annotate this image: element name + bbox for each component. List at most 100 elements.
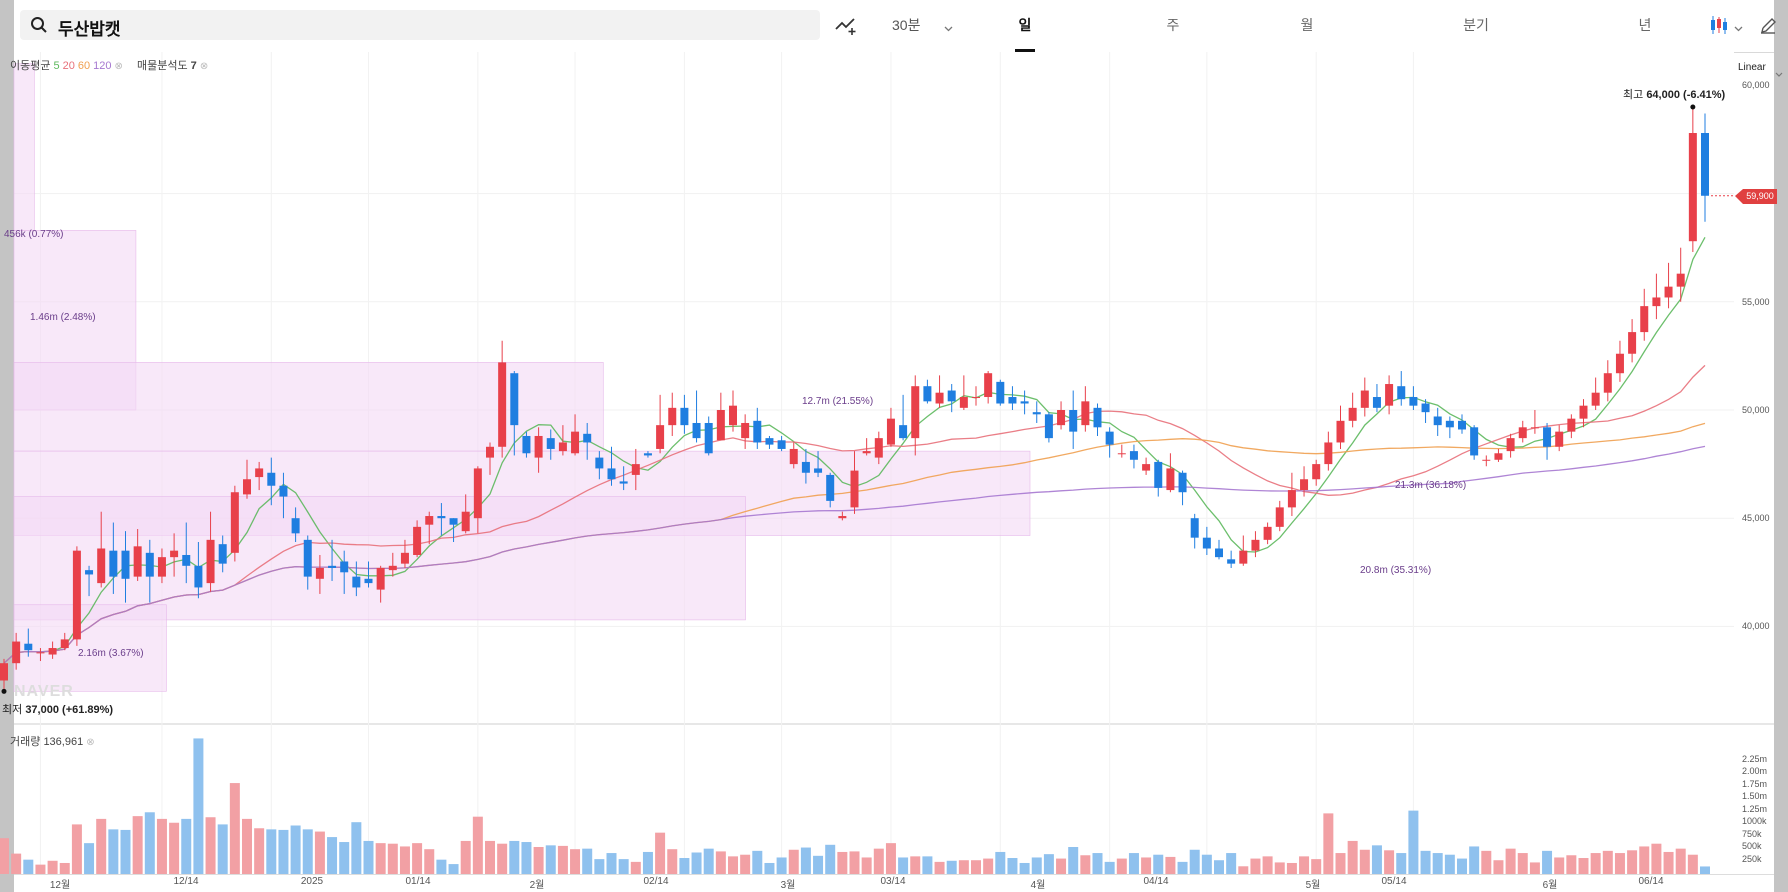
volume-bar [1286, 862, 1297, 874]
volume-bar [497, 843, 508, 874]
candle-body [267, 472, 276, 486]
volume-legend[interactable]: 거래량 136,961 ⊗ [10, 733, 95, 749]
candle-body [388, 565, 397, 571]
candle-body [36, 652, 45, 654]
chevron-down-icon[interactable] [1775, 64, 1783, 82]
volume-bar [96, 818, 107, 874]
candle-body [1433, 416, 1442, 426]
candle-body [0, 663, 8, 681]
volume-bar [1128, 853, 1139, 874]
close-icon[interactable]: ⊗ [114, 61, 122, 72]
close-icon[interactable]: ⊗ [200, 61, 208, 72]
volume-bar [1238, 866, 1249, 874]
candle-body [486, 446, 494, 458]
candle-body [1676, 273, 1685, 287]
volume-bar [302, 829, 313, 874]
candle-body [303, 539, 312, 577]
candle-body [1202, 537, 1211, 549]
candle-body [1555, 431, 1564, 447]
volume-bar [983, 858, 994, 874]
candle-body [741, 422, 750, 439]
volume-bar [229, 783, 240, 874]
candle-body [1069, 410, 1078, 432]
low-price-label: 최저 37,000 (+61.89%) [2, 701, 113, 717]
volume-bar [108, 829, 119, 874]
volume-bar [533, 846, 544, 874]
candle-body [1409, 397, 1418, 406]
candle-body [279, 485, 288, 497]
candle-body [1239, 550, 1248, 564]
volume-bar [424, 849, 435, 874]
volume-bar [849, 851, 860, 874]
candle-body [291, 518, 300, 534]
candle-body [461, 511, 470, 532]
volume-bar [934, 861, 945, 874]
volume-bar [1116, 858, 1127, 874]
candle-body [400, 552, 409, 564]
volume-bar [594, 859, 605, 874]
volume-profile-label: 12.7m (21.55%) [802, 396, 874, 407]
candle-body [1117, 453, 1126, 455]
volume-bar [971, 860, 981, 874]
volume-bar [703, 848, 714, 874]
volume-bar [1165, 856, 1176, 874]
candle-body [413, 526, 422, 555]
candle-body [619, 481, 628, 484]
price-axis-label: 40,000 [1742, 621, 1770, 631]
naver-watermark: NAVER [14, 683, 74, 700]
candle-body [972, 397, 980, 399]
volume-bar [740, 854, 751, 874]
scale-mode-select[interactable]: Linear [1738, 62, 1766, 73]
volume-bar [1675, 848, 1686, 874]
volume-bar [35, 864, 46, 874]
volume-bar [655, 832, 666, 874]
volume-bar [460, 840, 471, 874]
candle-body [729, 405, 737, 426]
volume-bar [1687, 854, 1698, 874]
time-axis-label: 05/14 [1381, 876, 1407, 887]
close-icon[interactable]: ⊗ [86, 737, 94, 748]
candle-body [1044, 414, 1053, 439]
candle-body [133, 546, 142, 577]
ma-legend[interactable]: 이동평균 5 20 60 120 ⊗ [10, 57, 126, 73]
candle-body [789, 448, 798, 465]
candle-body [72, 550, 81, 640]
volume-bar [266, 829, 277, 874]
candle-body [340, 561, 349, 573]
candle-body [850, 470, 859, 508]
candle-body [1445, 420, 1454, 428]
candle-body [12, 641, 21, 664]
volume-bar [1639, 846, 1650, 874]
candle-body [1057, 410, 1066, 426]
candle-body [1275, 507, 1284, 527]
volume-profile-label: 1.46m (2.48%) [30, 312, 96, 323]
volume-bar [946, 860, 957, 874]
candle-body [692, 422, 701, 439]
volume-bar [764, 862, 775, 874]
vp-legend-label: 매물분석도 [137, 60, 188, 72]
candle-body [1530, 427, 1539, 429]
volume-bar [387, 843, 398, 874]
candle-body [60, 639, 69, 649]
candle-body [97, 548, 106, 584]
volume-bar [254, 828, 265, 874]
candle-body [1324, 442, 1333, 465]
volume-bar [1627, 850, 1638, 874]
volume-bar [679, 858, 690, 874]
candle-body [1688, 133, 1697, 242]
candle-body [716, 410, 725, 441]
volume-bar [1554, 857, 1565, 874]
chart-canvas[interactable] [0, 0, 1788, 892]
candle-body [1227, 559, 1236, 564]
candle-body [862, 451, 871, 454]
volume-bar [1068, 846, 1079, 874]
volume-profile-legend[interactable]: 매물분석도 7 ⊗ [137, 57, 208, 73]
volume-axis-label: 1.25m [1742, 804, 1768, 814]
candle-body [243, 479, 251, 495]
volume-bar [1469, 846, 1480, 874]
volume-axis-label: 1000k [1742, 816, 1767, 826]
volume-bar [120, 829, 131, 874]
time-axis-label: 5월 [1305, 880, 1321, 891]
candle-body [1178, 472, 1187, 493]
candle-body [449, 518, 458, 525]
